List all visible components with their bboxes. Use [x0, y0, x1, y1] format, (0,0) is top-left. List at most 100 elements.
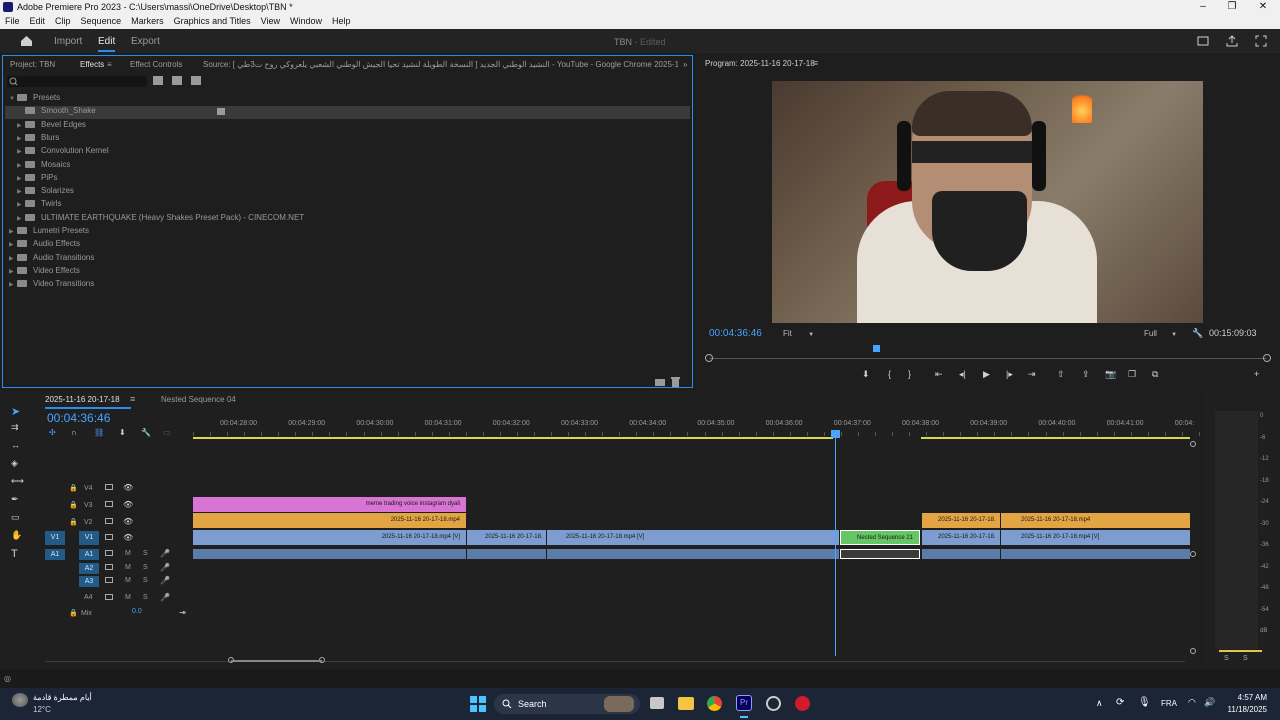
clip-v3-meme[interactable]: meme trading voice instagram dyali: [193, 497, 466, 512]
chevron-right-icon[interactable]: ▶: [17, 162, 25, 169]
effects-tree-item[interactable]: ▶ Mosaics: [5, 160, 690, 173]
clip-v1-c[interactable]: 2025-11-16 20-17-18.mp4 [V]: [547, 530, 839, 545]
sync-lock-icon[interactable]: [105, 564, 113, 570]
effects-menu-icon[interactable]: ≡: [107, 60, 112, 69]
tab-project[interactable]: Project: TBN: [10, 60, 55, 69]
play-button[interactable]: ▶: [983, 369, 990, 380]
chevron-down-icon[interactable]: ▼: [9, 96, 17, 102]
program-scrubber[interactable]: [709, 358, 1267, 359]
sync-lock-icon[interactable]: [105, 534, 113, 540]
effects-tree-item[interactable]: ▶ ULTIMATE EARTHQUAKE (Heavy Shakes Prese…: [5, 213, 690, 226]
button-editor-button[interactable]: +: [1254, 369, 1259, 379]
audio-clip-a1[interactable]: [193, 549, 466, 559]
mark-out-button[interactable]: }: [908, 369, 911, 379]
maximize-button[interactable]: ❐: [1222, 1, 1242, 12]
menu-help[interactable]: Help: [327, 15, 356, 29]
clip-v1-nested-sequence[interactable]: Nested Sequence 21: [840, 530, 920, 545]
sync-lock-icon[interactable]: [105, 484, 113, 490]
clip-v1-e[interactable]: 2025-11-16 20-17-18.mp4 [V]: [1001, 530, 1190, 545]
add-marker-button[interactable]: ⬇: [862, 369, 870, 380]
microphone-icon[interactable]: 🎤: [160, 576, 170, 585]
microphone-icon[interactable]: 🎤: [160, 563, 170, 572]
meter-solo-left[interactable]: S: [1224, 655, 1229, 662]
snap-icon[interactable]: ∩: [71, 428, 77, 437]
tab-effects[interactable]: Effects: [80, 60, 104, 69]
sync-icon[interactable]: ⟳: [1116, 697, 1124, 708]
effects-tree-item[interactable]: ▶ Video Effects: [5, 266, 690, 279]
time-ruler[interactable]: 00:04:28:00 00:04:29:00 00:04:30:00 00:04:3…: [193, 417, 1200, 437]
quality-select[interactable]: Full ▼: [1144, 329, 1177, 338]
effects-tree-item[interactable]: ▼ Presets: [5, 93, 690, 106]
volume-icon[interactable]: 🔊: [1204, 697, 1215, 708]
home-icon[interactable]: [20, 35, 33, 47]
audio-clip-a1[interactable]: [467, 549, 546, 559]
track-a1-label[interactable]: A1: [79, 549, 99, 560]
solo-button[interactable]: S: [143, 550, 148, 557]
timeline-playhead-handle[interactable]: [831, 430, 840, 438]
chevron-right-icon[interactable]: ▶: [9, 228, 17, 235]
step-forward-button[interactable]: |▸: [1006, 369, 1013, 380]
premiere-taskbar-icon[interactable]: Pr: [736, 695, 752, 711]
program-menu-icon[interactable]: ≡: [813, 58, 818, 68]
sync-lock-icon[interactable]: [105, 518, 113, 524]
obs-icon[interactable]: [766, 696, 781, 711]
sync-lock-icon[interactable]: [105, 594, 113, 600]
wifi-icon[interactable]: ◠: [1188, 697, 1196, 708]
menu-sequence[interactable]: Sequence: [76, 15, 127, 29]
meter-solo-right[interactable]: S: [1243, 655, 1248, 662]
type-tool-icon[interactable]: T: [11, 548, 18, 560]
effects-tree-item[interactable]: ▶ Lumetri Presets: [5, 226, 690, 239]
eye-icon[interactable]: 👁: [123, 517, 133, 526]
solo-button[interactable]: S: [143, 564, 148, 571]
solo-button[interactable]: S: [143, 594, 148, 601]
track-v1-label[interactable]: V1: [79, 531, 99, 545]
eye-icon[interactable]: 👁: [123, 533, 133, 542]
timeline-timecode[interactable]: 00:04:36:46: [47, 411, 110, 425]
taskbar-search-box[interactable]: Search: [494, 694, 640, 714]
mark-in-button[interactable]: {: [888, 369, 891, 379]
sync-lock-icon[interactable]: [105, 577, 113, 583]
clip-v1-d[interactable]: 2025-11-16 20-17-18.: [922, 530, 1000, 545]
vertical-zoom-handle[interactable]: [1190, 551, 1196, 557]
chevron-right-icon[interactable]: ▶: [9, 268, 17, 275]
file-explorer-icon[interactable]: [678, 697, 694, 710]
chrome-icon[interactable]: [707, 696, 722, 711]
solo-button[interactable]: S: [143, 577, 148, 584]
chevron-right-icon[interactable]: ▶: [17, 175, 25, 182]
tab-source[interactable]: Source: [ النسخة الطويلة لنشيد تحيا الجي…: [203, 60, 678, 69]
trash-icon[interactable]: [671, 377, 680, 387]
mute-button[interactable]: M: [125, 594, 131, 601]
panel-overflow-icon[interactable]: »: [683, 60, 687, 69]
timeline-horizontal-scrollbar[interactable]: [45, 661, 1185, 662]
fullscreen-icon[interactable]: [1255, 35, 1267, 47]
timeline-menu-icon[interactable]: ≡: [130, 394, 135, 404]
chevron-right-icon[interactable]: ▶: [9, 255, 17, 262]
32bit-effects-icon[interactable]: [172, 76, 182, 85]
program-timecode[interactable]: 00:04:36:46: [709, 328, 762, 339]
tab-effect-controls[interactable]: Effect Controls: [130, 60, 182, 69]
vr-video-button[interactable]: ⧉: [1152, 369, 1158, 380]
chevron-right-icon[interactable]: ▶: [9, 281, 17, 288]
chevron-up-icon[interactable]: ∧: [1096, 698, 1103, 709]
effects-tree-item[interactable]: ▶ Bevel Edges: [5, 120, 690, 133]
effects-tree-item[interactable]: ▶ Solarizes: [5, 186, 690, 199]
effects-tree-item[interactable]: ▶ Video Transitions: [5, 279, 690, 292]
comparison-view-button[interactable]: ❐: [1128, 369, 1136, 380]
menu-edit[interactable]: Edit: [25, 15, 51, 29]
nest-toggle-icon[interactable]: ✣: [49, 428, 56, 437]
menu-graphics-titles[interactable]: Graphics and Titles: [169, 15, 256, 29]
pen-tool-icon[interactable]: ✒: [11, 494, 19, 505]
effects-search-input[interactable]: [7, 76, 147, 87]
audio-clip-a1[interactable]: [1001, 549, 1190, 559]
effects-tree-item[interactable]: ▶ Convolution Kernel: [5, 146, 690, 159]
audio-clip-a1-nested[interactable]: [840, 549, 920, 559]
effects-tree-item[interactable]: ▶ Audio Transitions: [5, 253, 690, 266]
go-to-in-button[interactable]: ⇤: [935, 369, 943, 380]
tab-import[interactable]: Import: [54, 36, 82, 47]
timeline-tab-main[interactable]: 2025-11-16 20-17-18: [45, 395, 120, 404]
chevron-right-icon[interactable]: ▶: [17, 122, 25, 129]
weather-text[interactable]: أيام ممطرة قادمة: [33, 693, 92, 702]
audio-clip-a1[interactable]: [547, 549, 839, 559]
track-a3-label[interactable]: A3: [79, 576, 99, 587]
lift-button[interactable]: ⇧: [1057, 369, 1065, 380]
